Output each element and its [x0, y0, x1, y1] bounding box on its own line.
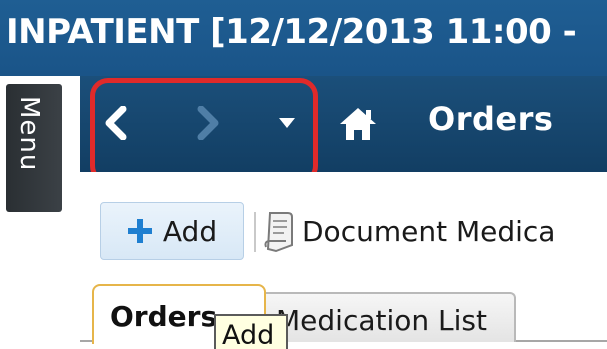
page-title: Orders [428, 100, 554, 138]
tab-medication-list[interactable]: Medication List [260, 292, 516, 342]
document-medication-button[interactable]: Document Medica [262, 206, 555, 256]
navigation-highlight-annotation [90, 78, 318, 184]
add-tooltip: Add [214, 314, 288, 349]
home-icon [340, 108, 376, 140]
add-button[interactable]: Add [100, 202, 244, 260]
toolbar-divider [254, 212, 256, 252]
app-window: INPATIENT [12/12/2013 11:00 - Menu Order… [0, 0, 607, 349]
scroll-document-icon [264, 212, 293, 253]
add-button-label: Add [162, 214, 218, 248]
home-button[interactable] [336, 104, 380, 144]
menu-tab-label: Menu [14, 96, 44, 172]
header-cut-text [0, 0, 607, 8]
encounter-title: INPATIENT [12/12/2013 11:00 - [6, 12, 577, 52]
plus-icon [127, 219, 152, 243]
document-medication-label: Document Medica [302, 214, 556, 248]
